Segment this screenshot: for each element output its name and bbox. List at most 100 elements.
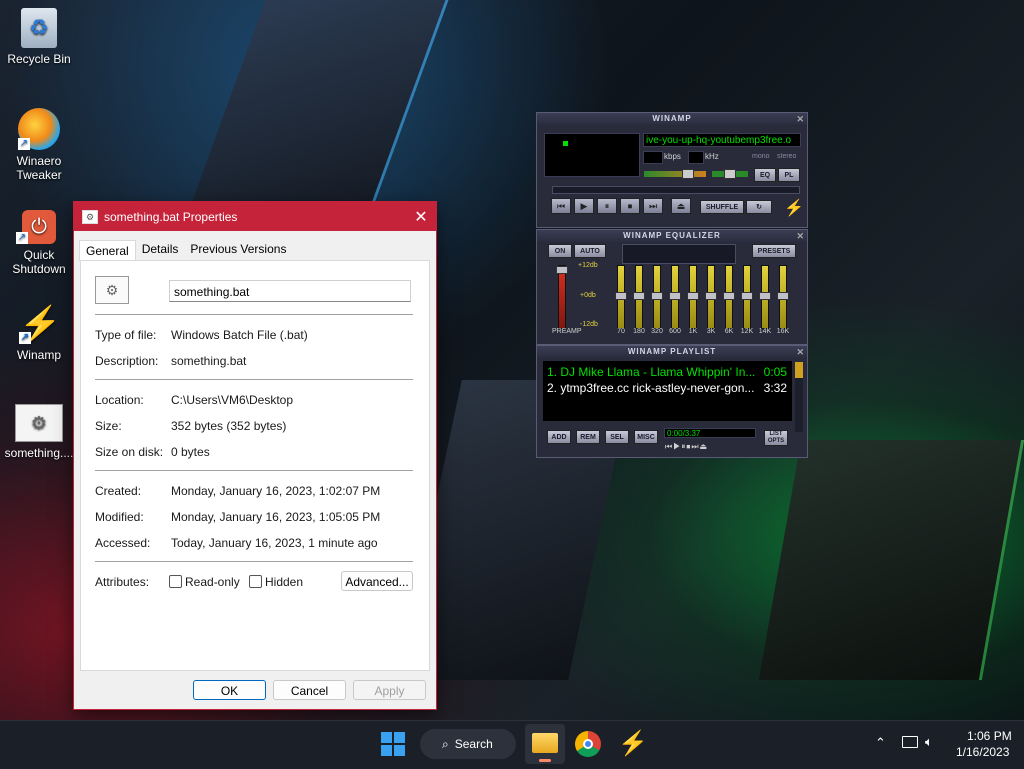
slider-thumb[interactable] [723,292,735,300]
tab-details[interactable]: Details [136,239,185,260]
location-label: Location: [95,393,144,407]
quick-shutdown-icon: ⏻ ↗ [16,210,56,244]
playlist-sel-button[interactable]: SEL [605,430,629,444]
repeat-button[interactable]: ↻ [746,200,772,214]
presets-button[interactable]: PRESETS [752,244,796,258]
seek-bar[interactable] [552,186,800,194]
desktop-icon-label: Quick Shutdown [12,248,66,276]
apply-button[interactable]: Apply [353,680,426,700]
volume-icon[interactable]: 🔈︎ [925,734,933,750]
playlist-add-button[interactable]: ADD [547,430,571,444]
eq-band-slider[interactable] [687,265,699,329]
eq-band-label: 12K [740,328,754,335]
slider-thumb[interactable] [759,292,771,300]
eq-toggle-button[interactable]: EQ [754,168,776,182]
equalizer-title: WINAMP EQUALIZER [623,231,721,240]
slider-thumb[interactable] [615,292,627,300]
readonly-checkbox[interactable]: Read-only [169,575,240,589]
ok-button[interactable]: OK [193,680,266,700]
close-icon[interactable]: ✕ [796,230,805,242]
eq-band-slider[interactable] [633,265,645,329]
taskbar-winamp[interactable]: ⚡ [618,729,648,759]
time-counter: 0:00/3:37 [667,429,701,438]
eq-on-button[interactable]: ON [548,244,572,258]
divider [95,314,413,315]
playlist-titlebar[interactable]: WINAMP PLAYLIST ✕ [537,346,807,358]
shuffle-button[interactable]: SHUFFLE [700,200,744,214]
hidden-checkbox[interactable]: Hidden [249,575,303,589]
pause-button[interactable]: ⏸ [597,198,617,214]
slider-thumb[interactable] [556,266,568,274]
tab-previous-versions[interactable]: Previous Versions [184,239,292,260]
pl-toggle-button[interactable]: PL [778,168,800,182]
slider-thumb[interactable] [705,292,717,300]
slider-thumb[interactable] [633,292,645,300]
eq-band-slider[interactable] [777,265,789,329]
start-button[interactable] [381,732,405,756]
volume-slider[interactable] [644,169,706,179]
advanced-button[interactable]: Advanced... [341,571,413,591]
desktop-icon-quick-shutdown[interactable]: ⏻ ↗ Quick Shutdown [3,210,75,276]
eq-band-slider[interactable] [705,265,717,329]
size-value: 352 bytes (352 bytes) [171,419,287,433]
balance-thumb[interactable] [724,169,736,179]
show-hidden-icons-icon[interactable]: ⌃ [875,735,886,751]
desktop-icon-winaero-tweaker[interactable]: ↗ Winaero Tweaker [3,108,75,182]
playlist-item[interactable]: 1. DJ Mike Llama - Llama Whippin' In... … [547,365,787,379]
next-button[interactable]: ⏭ [643,198,663,214]
previous-button[interactable]: ⏮ [551,198,571,214]
taskbar-file-explorer[interactable] [525,724,565,764]
close-icon[interactable]: ✕ [406,207,436,227]
eq-band-label: 1K [688,328,698,335]
filename-input[interactable]: something.bat [169,280,411,302]
taskbar-search-button[interactable]: ⌕ Search [420,729,516,759]
scrollbar-thumb[interactable] [795,362,803,378]
mini-transport-controls[interactable]: ⏮▶⏸⏹⏭⏏ [665,442,708,452]
balance-slider[interactable] [712,169,748,179]
slider-thumb[interactable] [651,292,663,300]
cancel-button[interactable]: Cancel [273,680,346,700]
clock-date[interactable]: 1/16/2023 [956,745,1009,759]
eq-band-slider[interactable] [615,265,627,329]
eq-band-slider[interactable] [669,265,681,329]
eject-button[interactable]: ⏏ [671,198,691,214]
playlist-rem-button[interactable]: REM [576,430,600,444]
slider-thumb[interactable] [777,292,789,300]
close-icon[interactable]: ✕ [796,113,805,125]
desktop-icon-recycle-bin[interactable]: ♻ Recycle Bin [3,8,75,66]
eq-band-slider[interactable] [759,265,771,329]
eq-band-slider[interactable] [723,265,735,329]
desktop-icon-winamp[interactable]: ⚡ ↗ Winamp [3,304,75,362]
playlist-item[interactable]: 2. ytmp3free.cc rick-astley-never-gon...… [547,381,787,395]
stop-button[interactable]: ⏹ [620,198,640,214]
checkbox-box[interactable] [249,575,262,588]
clock-time[interactable]: 1:06 PM [967,729,1012,743]
taskbar-chrome[interactable] [575,731,601,757]
eq-curve-display [622,244,736,264]
tab-general[interactable]: General [79,240,136,261]
play-button[interactable]: ▶ [574,198,594,214]
playlist-misc-button[interactable]: MISC [634,430,658,444]
readonly-label: Read-only [185,575,240,589]
close-icon[interactable]: ✕ [796,346,805,358]
eq-auto-button[interactable]: AUTO [574,244,606,258]
shortcut-arrow-icon: ↗ [18,138,30,150]
eq-band-slider[interactable] [741,265,753,329]
slider-thumb[interactable] [741,292,753,300]
winamp-titlebar[interactable]: WINAMP ✕ [537,113,807,125]
checkbox-box[interactable] [169,575,182,588]
khz-display [688,151,704,164]
desktop-icon-something-bat[interactable]: ⚙ something.... [3,404,75,460]
volume-thumb[interactable] [682,169,694,179]
eq-band-slider[interactable] [651,265,663,329]
windows-logo-icon [394,745,405,756]
playlist-scrollbar[interactable] [795,362,803,432]
equalizer-titlebar[interactable]: WINAMP EQUALIZER ✕ [537,230,807,242]
dialog-titlebar[interactable]: ⚙ something.bat Properties ✕ [74,202,436,231]
network-icon[interactable] [902,736,918,748]
preamp-slider[interactable] [556,265,568,329]
slider-thumb[interactable] [669,292,681,300]
batch-file-icon: ⚙ [82,209,98,224]
slider-thumb[interactable] [687,292,699,300]
list-opts-button[interactable]: LIST OPTS [764,430,788,446]
